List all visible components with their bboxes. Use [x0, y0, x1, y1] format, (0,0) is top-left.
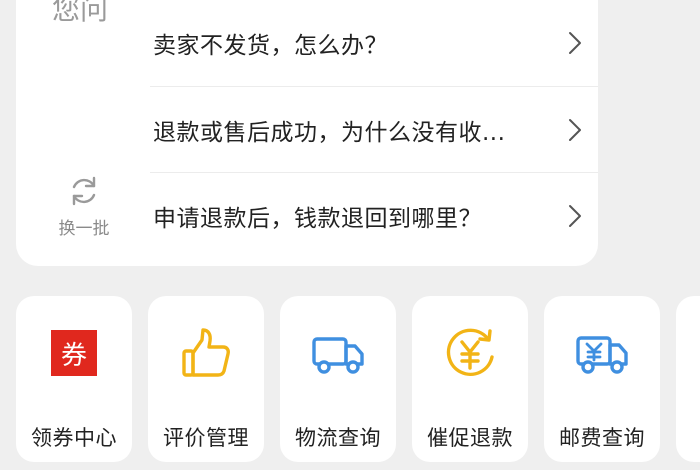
- faq-item[interactable]: 卖家不发货，怎么办？: [150, 0, 598, 86]
- refresh-button[interactable]: 换一批: [50, 174, 118, 244]
- coupon-icon: 券: [44, 324, 104, 384]
- faq-question: 申请退款后，钱款退回到哪里？: [153, 205, 482, 232]
- yuan-refund-icon: [446, 328, 494, 377]
- refresh-icon: [72, 176, 96, 206]
- tool-urge-refund[interactable]: 催促退款: [412, 296, 528, 462]
- coupon-icon-glyph: 券: [51, 330, 97, 376]
- faq-list: 卖家不发货，怎么办？ 退款或售后成功，为什么没有收... 申请退款后，钱款退回到…: [150, 0, 598, 258]
- tool-label: 邮费查询: [559, 426, 645, 450]
- chevron-right-icon: [569, 32, 581, 54]
- faq-question: 卖家不发货，怎么办？: [153, 33, 388, 59]
- chevron-right-icon: [569, 205, 581, 227]
- faq-item[interactable]: 申请退款后，钱款退回到哪里？: [150, 172, 598, 258]
- chevron-right-icon: [569, 119, 581, 141]
- tool-logistics-query[interactable]: 物流查询: [280, 296, 396, 462]
- tool-postage-query[interactable]: 邮费查询: [544, 296, 660, 462]
- tool-review-management[interactable]: 评价管理: [148, 296, 264, 462]
- faq-question: 退款或售后成功，为什么没有收...: [153, 119, 506, 146]
- faq-item[interactable]: 退款或售后成功，为什么没有收...: [150, 86, 598, 172]
- faq-card: 您问 换一批 卖家不发货，怎么办？ 退款或售后成功，为什么没有收... 申请退款…: [16, 0, 598, 266]
- faq-side-panel: 您问 换一批: [16, 0, 150, 266]
- faq-side-title: 您问: [52, 0, 109, 26]
- postage-truck-icon: [576, 336, 628, 374]
- tool-label: 催促退款: [427, 426, 513, 450]
- tool-label: 评价管理: [163, 426, 249, 450]
- truck-icon: [312, 337, 364, 374]
- service-tools: 券 领券中心 评价管理 物流查询 催促退款 邮费查询: [16, 296, 700, 466]
- thumbs-up-icon: [182, 328, 230, 377]
- tool-label: 领券中心: [31, 426, 117, 450]
- tool-partial-card[interactable]: [676, 296, 700, 462]
- refresh-label: 换一批: [58, 219, 110, 239]
- tool-coupon-center[interactable]: 券 领券中心: [16, 296, 132, 462]
- tool-label: 物流查询: [295, 426, 381, 450]
